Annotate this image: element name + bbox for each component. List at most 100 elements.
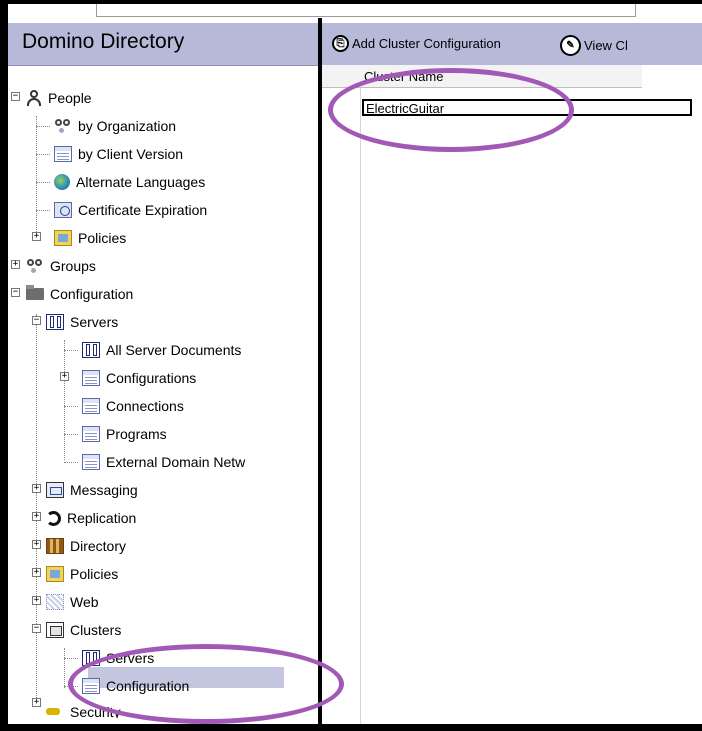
tree-item-people[interactable]: People [26, 88, 92, 108]
server-icon [82, 342, 100, 358]
tree-connector [64, 340, 66, 460]
cluster-icon [46, 622, 64, 638]
cluster-name-cell: ElectricGuitar [366, 101, 445, 116]
action-bar: ⎘ Add Cluster Configuration ✎ View Cl [322, 23, 702, 65]
tree-label: Servers [106, 650, 155, 666]
view-icon [54, 146, 72, 162]
tree-connector [64, 406, 78, 408]
expand-toggle-groups[interactable]: + [11, 260, 20, 269]
tree-label: Groups [50, 258, 96, 274]
tree-label: Web [70, 594, 99, 610]
tree-label: Directory [70, 538, 127, 554]
column-header-cluster-name[interactable]: Cluster Name [322, 65, 642, 88]
tree-label: Configuration [106, 678, 190, 694]
address-field [96, 4, 636, 17]
column-header-label: Cluster Name [364, 69, 444, 84]
tree-item-configuration[interactable]: Configuration [26, 284, 133, 304]
tree-label: Servers [70, 314, 119, 330]
expand-toggle-web[interactable]: + [32, 596, 41, 605]
tree-item-all-server-documents[interactable]: All Server Documents [82, 340, 241, 360]
tree-label: Alternate Languages [76, 174, 206, 190]
top-strip [8, 4, 702, 18]
policy-icon [46, 566, 64, 582]
expand-toggle-replication[interactable]: + [32, 512, 41, 521]
tree-item-cluster-servers[interactable]: Servers [82, 648, 154, 668]
collapse-toggle-configuration[interactable]: − [11, 288, 20, 297]
replication-icon [46, 510, 61, 526]
expand-toggle-policies[interactable]: + [32, 232, 41, 241]
tree-label: Certificate Expiration [78, 202, 208, 218]
expand-toggle-messaging[interactable]: + [32, 484, 41, 493]
tree-item-web[interactable]: Web [46, 592, 99, 612]
tree-connector [36, 210, 50, 212]
tree-label: Policies [78, 230, 127, 246]
tree-item-configurations[interactable]: Configurations [82, 368, 196, 388]
collapse-toggle-servers[interactable]: − [32, 316, 41, 325]
tree-label: Connections [106, 398, 184, 414]
tree-label: Messaging [70, 482, 138, 498]
tree-connector [36, 116, 38, 236]
tree-connector [36, 154, 50, 156]
server-icon [82, 650, 100, 666]
wrench-icon: ✎ [560, 35, 581, 56]
tree-item-connections[interactable]: Connections [82, 396, 184, 416]
policy-icon [54, 230, 72, 246]
tree-item-external-domain-network[interactable]: External Domain Netw [82, 452, 245, 472]
groups-icon [26, 258, 44, 274]
tree-connector [36, 182, 50, 184]
tree-item-servers[interactable]: Servers [46, 312, 118, 332]
tree-item-directory[interactable]: Directory [46, 536, 126, 556]
tree-connector [36, 314, 38, 704]
web-icon [46, 594, 64, 610]
tree-item-clusters[interactable]: Clusters [46, 620, 121, 640]
directory-icon [46, 538, 64, 554]
tree-label: Security [70, 704, 121, 718]
tree-connector [64, 350, 78, 352]
tree-label: All Server Documents [106, 342, 242, 358]
add-cluster-configuration-button[interactable]: ⎘ Add Cluster Configuration [332, 35, 501, 52]
view-cluster-label: View Cl [584, 38, 628, 53]
tree-label: Configurations [106, 370, 197, 386]
tree-label: by Organization [78, 118, 177, 134]
row-margin-line [360, 66, 361, 724]
expand-toggle-directory[interactable]: + [32, 540, 41, 549]
view-icon [82, 426, 100, 442]
tree-item-messaging[interactable]: Messaging [46, 480, 138, 500]
person-icon [26, 90, 42, 106]
certificate-icon [54, 202, 72, 218]
tree-item-policies-config[interactable]: Policies [46, 564, 118, 584]
navigator-title: Domino Directory [22, 30, 185, 53]
tree-item-groups[interactable]: Groups [26, 256, 96, 276]
tree-item-alternate-languages[interactable]: Alternate Languages [54, 172, 205, 192]
tree-label: Policies [70, 566, 119, 582]
view-pane: ⎘ Add Cluster Configuration ✎ View Cl Cl… [322, 18, 702, 724]
expand-toggle-security[interactable]: + [32, 698, 41, 707]
tree-label: External Domain Netw [106, 454, 246, 470]
view-icon [82, 370, 100, 386]
tree-item-replication[interactable]: Replication [46, 508, 136, 528]
navigator-pane: Domino Directory − + + − − + + + + + + −… [8, 18, 318, 724]
tree-connector [64, 462, 78, 464]
collapse-toggle-people[interactable]: − [11, 92, 20, 101]
tree-label: People [48, 90, 92, 106]
view-icon [82, 678, 100, 694]
tree-label: Replication [67, 510, 137, 526]
tree-item-policies[interactable]: Policies [54, 228, 126, 248]
server-icon [46, 314, 64, 330]
tree-item-cluster-configuration[interactable]: Configuration [82, 676, 189, 696]
tree-label: Programs [106, 426, 167, 442]
tree-item-programs[interactable]: Programs [82, 424, 167, 444]
key-icon [46, 704, 64, 718]
table-row[interactable]: ElectricGuitar [362, 99, 692, 116]
view-cluster-button[interactable]: ✎ View Cl [560, 35, 628, 56]
tree-item-by-organization[interactable]: by Organization [54, 116, 176, 136]
tree-connector [36, 126, 50, 128]
tree-connector [64, 658, 78, 660]
tree-item-by-client-version[interactable]: by Client Version [54, 144, 183, 164]
tree-item-security[interactable]: Security [46, 704, 121, 718]
expand-toggle-policies-config[interactable]: + [32, 568, 41, 577]
expand-toggle-configurations[interactable]: + [60, 372, 69, 381]
folder-icon [26, 285, 44, 300]
collapse-toggle-clusters[interactable]: − [32, 624, 41, 633]
tree-item-certificate-expiration[interactable]: Certificate Expiration [54, 200, 207, 220]
